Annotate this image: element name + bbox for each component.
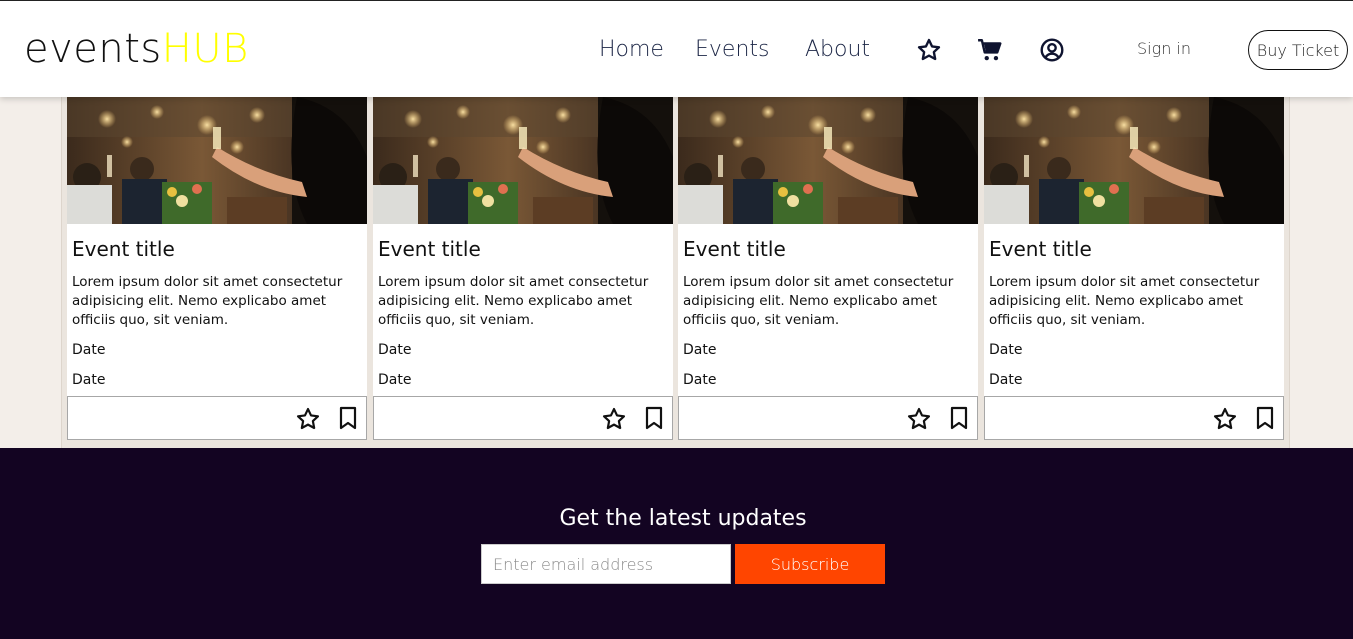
- subscribe-button[interactable]: Subscribe: [735, 544, 885, 584]
- favorite-star-icon[interactable]: [601, 406, 627, 432]
- card-description: Lorem ipsum dolor sit amet consectetur a…: [683, 274, 954, 328]
- card-title: Event title: [378, 237, 481, 261]
- event-card[interactable]: Event title Lorem ipsum dolor sit amet c…: [678, 97, 978, 440]
- newsletter-title: Get the latest updates: [559, 506, 807, 531]
- event-card[interactable]: Event title Lorem ipsum dolor sit amet c…: [373, 97, 673, 440]
- favorite-star-icon[interactable]: [906, 406, 932, 432]
- card-title: Event title: [989, 237, 1092, 261]
- card-date: Date: [683, 342, 717, 358]
- sign-in-link[interactable]: Sign in: [1137, 39, 1191, 58]
- event-card[interactable]: Event title Lorem ipsum dolor sit amet c…: [984, 97, 1284, 440]
- card-date: Date: [989, 342, 1023, 358]
- newsletter-footer: Get the latest updates Subscribe: [0, 448, 1353, 639]
- card-date: Date: [72, 342, 106, 358]
- card-actions: [678, 396, 978, 440]
- card-title: Event title: [683, 237, 786, 261]
- card-date: Date: [989, 372, 1023, 388]
- bookmark-icon[interactable]: [1255, 406, 1275, 430]
- card-description: Lorem ipsum dolor sit amet consectetur a…: [989, 274, 1260, 328]
- nav-about[interactable]: About: [805, 36, 870, 64]
- logo-text-hub: HUB: [161, 26, 249, 72]
- logo[interactable]: eventsHUB: [24, 25, 249, 73]
- logo-text-events: events: [24, 26, 162, 72]
- bookmark-icon[interactable]: [644, 406, 664, 430]
- cart-icon[interactable]: [977, 37, 1003, 63]
- card-actions: [373, 396, 673, 440]
- card-date: Date: [378, 372, 412, 388]
- card-actions: [984, 396, 1284, 440]
- card-title: Event title: [72, 237, 175, 261]
- bookmark-icon[interactable]: [338, 406, 358, 430]
- nav-home[interactable]: Home: [599, 36, 664, 64]
- favorite-star-icon[interactable]: [1212, 406, 1238, 432]
- card-date: Date: [378, 342, 412, 358]
- event-photo: [373, 97, 673, 224]
- card-description: Lorem ipsum dolor sit amet consectetur a…: [72, 274, 343, 328]
- card-date: Date: [683, 372, 717, 388]
- email-input[interactable]: [481, 544, 731, 584]
- bookmark-icon[interactable]: [949, 406, 969, 430]
- user-circle-icon[interactable]: [1039, 37, 1065, 63]
- buy-ticket-button[interactable]: Buy Ticket: [1248, 30, 1348, 70]
- card-date: Date: [72, 372, 106, 388]
- site-header: eventsHUB Home Events About Sign in Buy …: [0, 0, 1353, 97]
- card-description: Lorem ipsum dolor sit amet consectetur a…: [378, 274, 649, 328]
- nav-events[interactable]: Events: [695, 36, 770, 64]
- star-icon[interactable]: [916, 37, 942, 63]
- card-actions: [67, 396, 367, 440]
- event-photo: [984, 97, 1284, 224]
- event-photo: [67, 97, 367, 224]
- favorite-star-icon[interactable]: [295, 406, 321, 432]
- event-card[interactable]: Event title Lorem ipsum dolor sit amet c…: [67, 97, 367, 440]
- event-photo: [678, 97, 978, 224]
